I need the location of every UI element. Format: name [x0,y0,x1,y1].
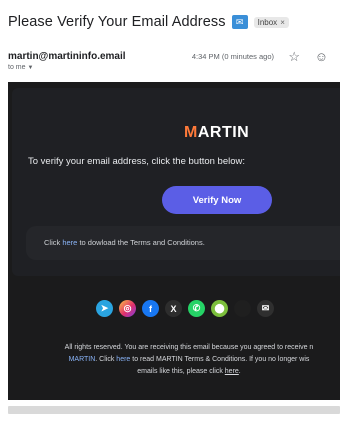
telegram-icon[interactable]: ➤ [96,300,113,317]
instagram-icon[interactable]: ◎ [119,300,136,317]
download-terms-text: Click here to dowload the Terms and Cond… [44,238,205,247]
social-icons-row: ➤ ◎ f X ✆ ⬤ ✉ [96,300,274,317]
chevron-down-icon: ▼ [27,64,34,71]
footer-line-1: All rights reserved. You are receiving t… [64,344,314,351]
whatsapp-icon[interactable]: ✆ [188,300,205,317]
x-icon[interactable]: X [165,300,182,317]
verify-instruction: To verify your email address, click the … [28,156,246,167]
download-text-after: to dowload the Terms and Conditions. [77,238,205,247]
footer-end: . [238,368,241,375]
add-reaction-icon[interactable]: ☺ [315,49,328,64]
android-icon[interactable]: ⬤ [211,300,228,317]
email-subject: Please Verify Your Email Address [8,14,226,30]
email-card: MARTIN To verify your email address, cli… [12,88,340,276]
remove-label-icon[interactable]: × [280,18,285,27]
recipients-text: to me [8,64,26,71]
apple-icon[interactable] [234,300,251,317]
download-text-before: Click [44,238,63,247]
brand-logo-text: ARTIN [197,124,250,141]
footer-line-3-text: emails like this, please click [137,368,225,375]
download-terms-link[interactable]: here [62,238,77,247]
footer-mid-2: to read MARTIN Terms & Conditions. If yo… [130,356,310,363]
envelope-emoji-icon: ✉ [231,15,248,29]
brand-logo: MARTIN [184,124,249,142]
horizontal-scrollbar[interactable] [8,406,340,414]
sender-address[interactable]: martin@martininfo.email [8,51,126,62]
mail-icon[interactable]: ✉ [257,300,274,317]
inbox-label-badge[interactable]: Inbox × [253,16,289,28]
recipients-toggle[interactable]: to me ▼ [8,64,33,71]
email-footer: All rights reserved. You are receiving t… [24,342,340,378]
inbox-label-text: Inbox [257,17,278,27]
sender-row: martin@martininfo.email to me ▼ 4:34 PM … [8,49,332,74]
email-timestamp: 4:34 PM (0 minutes ago) [191,52,274,61]
footer-line-2: MARTIN. Click here to read MARTIN Terms … [24,354,340,366]
download-terms-box: Click here to dowload the Terms and Cond… [26,226,340,260]
subject-row: Please Verify Your Email Address ✉ Inbox… [8,14,332,30]
unsubscribe-link[interactable]: here [225,368,239,375]
footer-terms-link[interactable]: here [116,356,130,363]
email-body: MARTIN To verify your email address, cli… [8,82,340,400]
verify-now-button[interactable]: Verify Now [162,186,272,214]
star-icon[interactable]: ☆ [288,49,300,65]
footer-mid-1: . Click [95,356,117,363]
brand-logo-accent: M [184,124,198,141]
footer-line-3: emails like this, please click here. [24,366,340,378]
footer-brand-link[interactable]: MARTIN [69,356,96,363]
facebook-icon[interactable]: f [142,300,159,317]
